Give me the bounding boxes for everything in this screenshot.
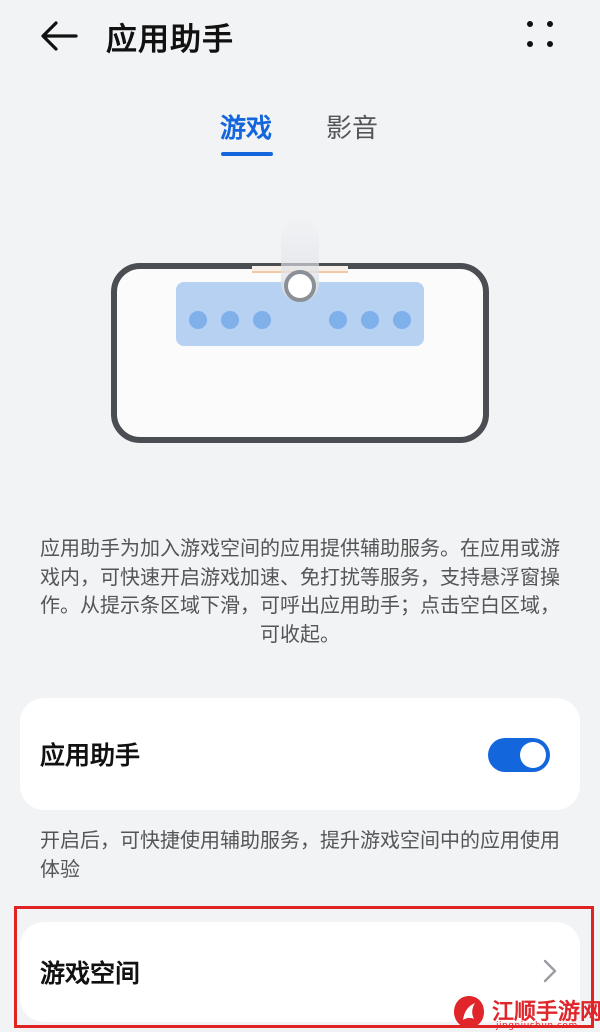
app-header: 应用助手 — [0, 0, 600, 80]
page-title: 应用助手 — [106, 22, 234, 58]
feature-description: 应用助手为加入游戏空间的应用提供辅助服务。在应用或游戏内，可快速开启游戏加速、免… — [40, 536, 560, 646]
app-assistant-setting-card: 应用助手 — [20, 698, 580, 810]
more-dots-icon[interactable] — [520, 16, 560, 52]
tab-media[interactable]: 影音 — [326, 108, 378, 145]
tab-game[interactable]: 游戏 — [220, 108, 272, 145]
active-tab-indicator — [221, 152, 273, 156]
chevron-right-icon — [543, 959, 557, 983]
toggle-hint-text: 开启后，可快捷使用辅助服务，提升游戏空间中的应用使用体验 — [40, 828, 560, 881]
tab-bar: 游戏 影音 — [0, 108, 600, 168]
watermark-logo-icon — [454, 996, 484, 1028]
watermark-url: jingniushun.com — [496, 1021, 578, 1031]
app-assistant-label: 应用助手 — [40, 741, 141, 770]
app-assistant-illustration — [111, 220, 489, 443]
app-assistant-toggle[interactable] — [488, 738, 550, 772]
site-watermark: 江顺手游网 jingniushun.com — [448, 994, 600, 1032]
arrow-left-icon[interactable] — [38, 16, 82, 56]
toggle-knob — [520, 742, 546, 768]
game-space-label: 游戏空间 — [40, 959, 141, 988]
